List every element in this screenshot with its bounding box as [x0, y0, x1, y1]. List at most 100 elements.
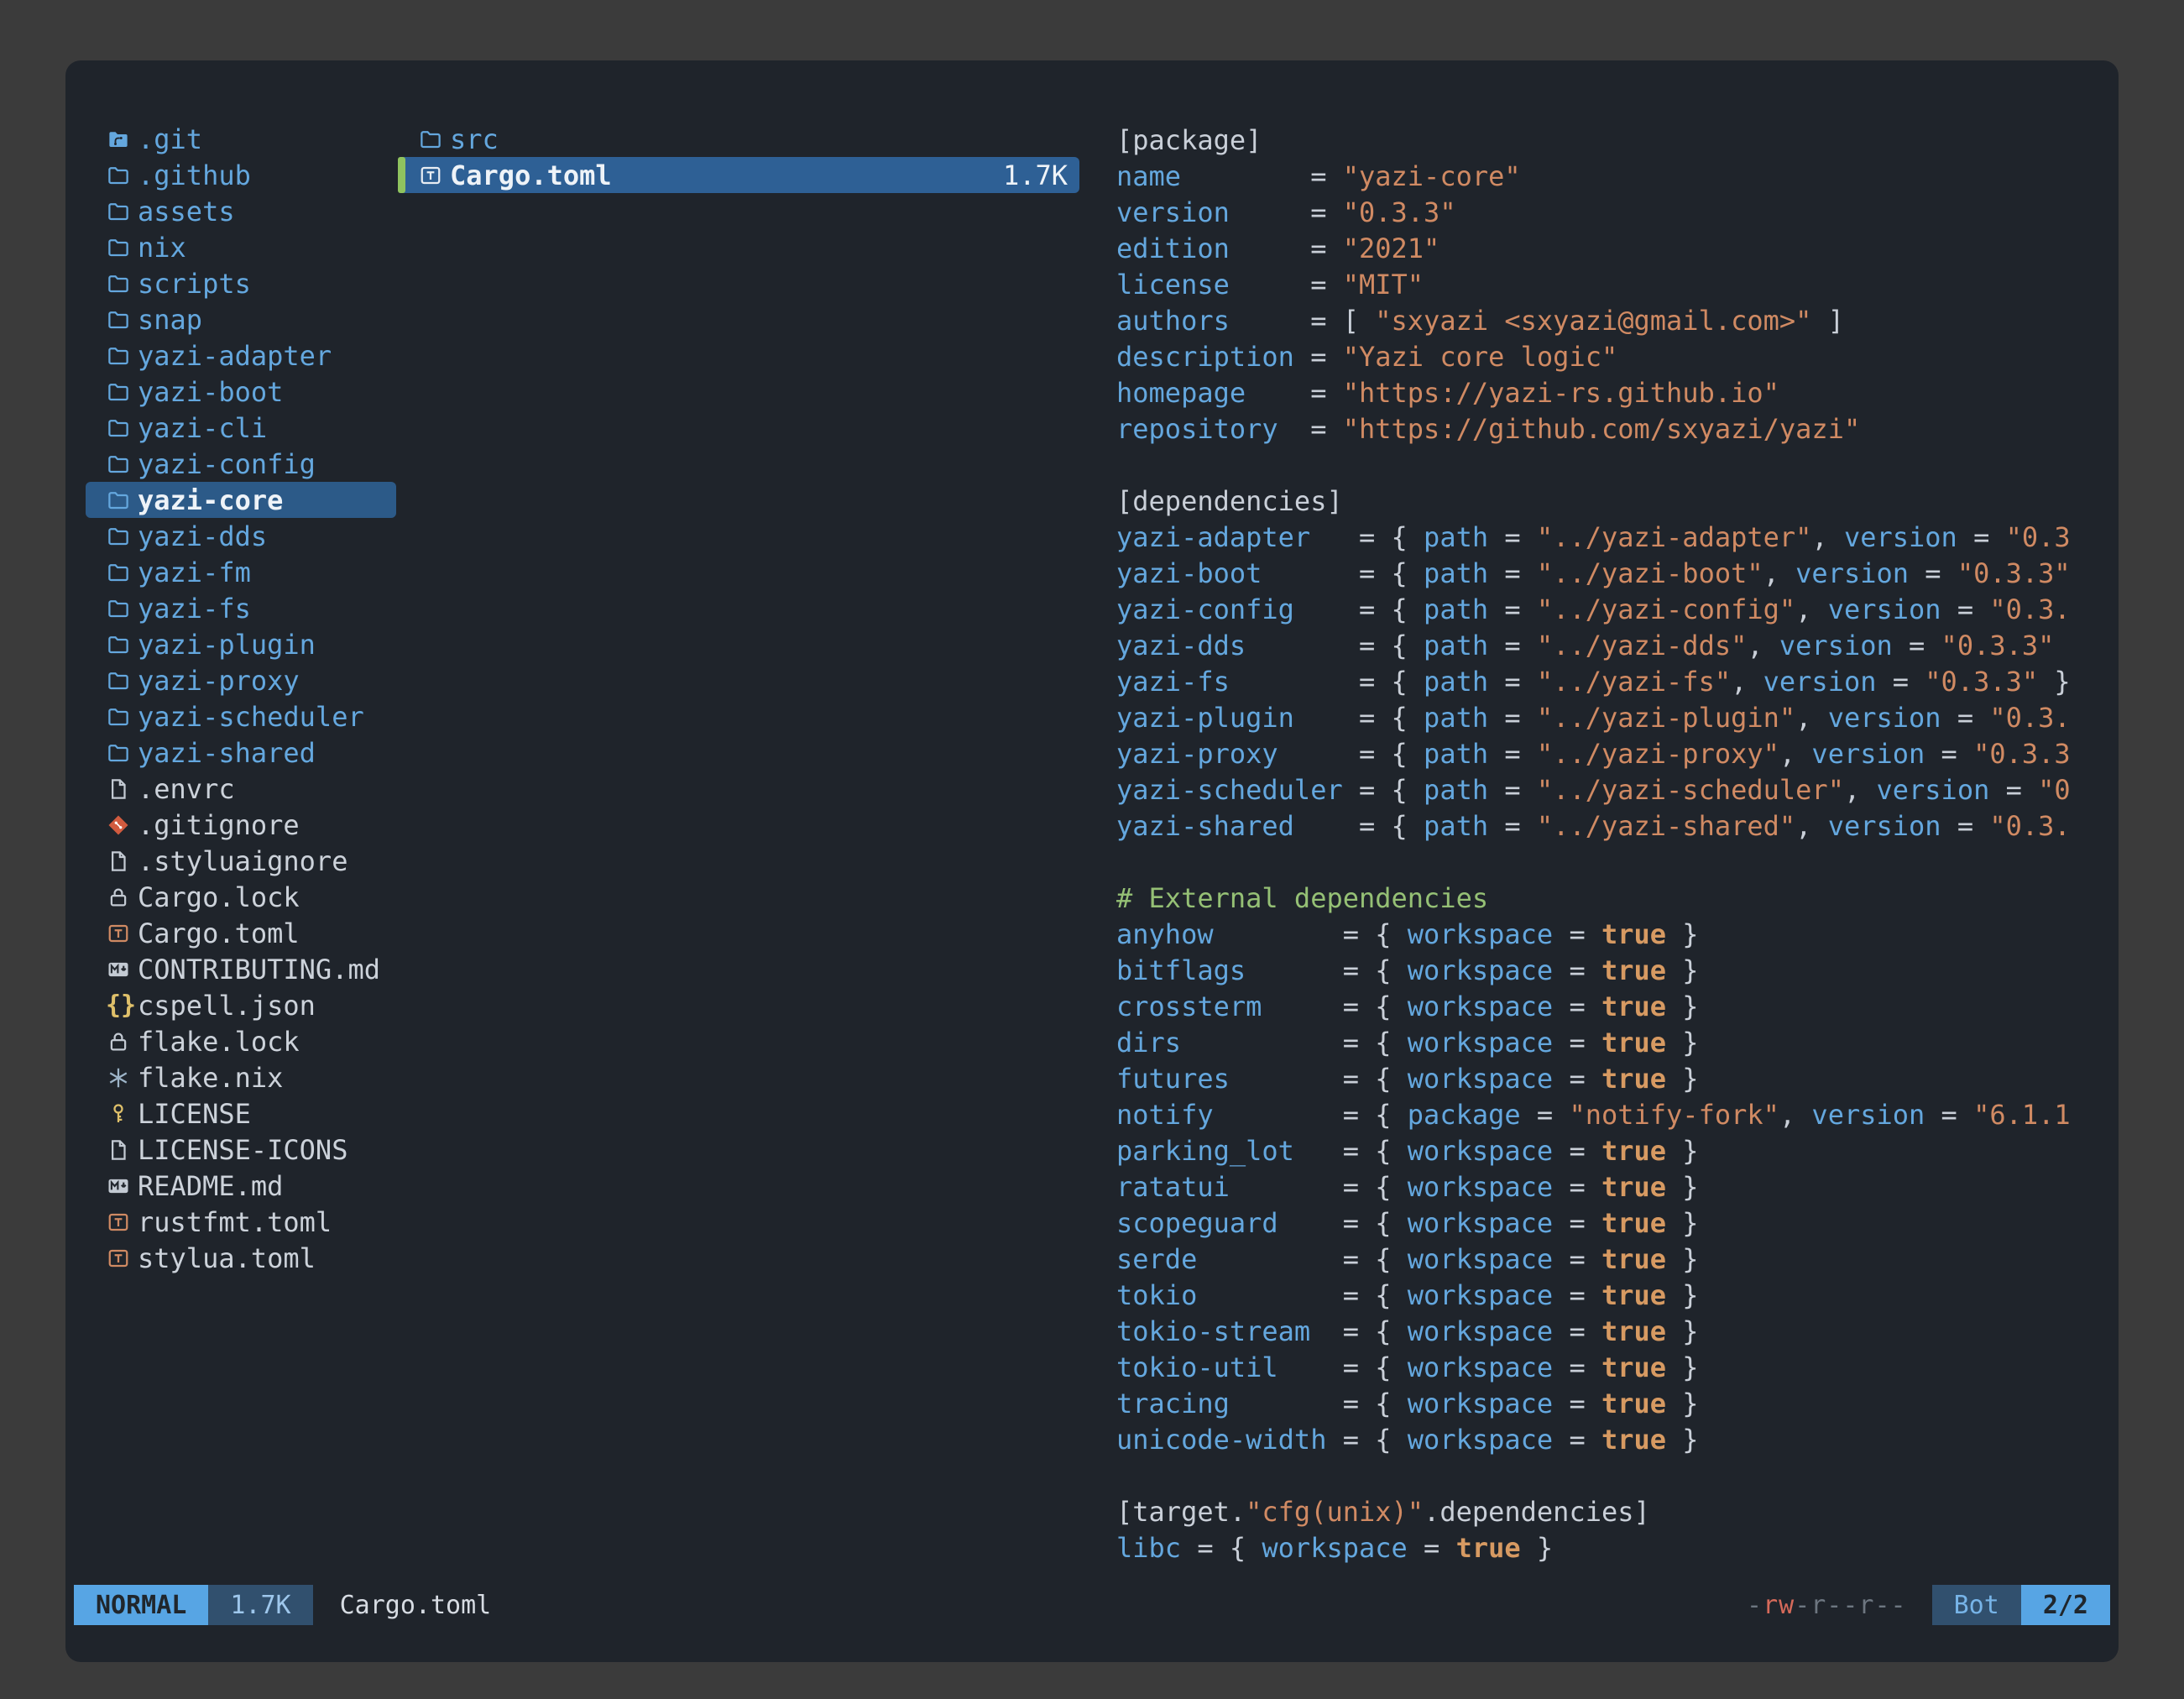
entry-name: .git [138, 123, 202, 155]
preview-line: yazi-adapter = { path = "../yazi-adapter… [1116, 520, 2119, 556]
parent-item-.styluaignore[interactable]: .styluaignore [86, 843, 396, 879]
parent-item-Cargo.lock[interactable]: Cargo.lock [86, 879, 396, 915]
folder-icon [106, 199, 138, 224]
lock-icon [106, 1029, 138, 1054]
entry-name: .envrc [138, 773, 235, 805]
preview-line: repository = "https://github.com/sxyazi/… [1116, 411, 2119, 447]
parent-item-Cargo.toml[interactable]: Cargo.toml [86, 915, 396, 951]
entry-name: snap [138, 304, 202, 336]
entry-name: flake.lock [138, 1026, 300, 1058]
entry-name: yazi-config [138, 448, 316, 480]
preview-line: notify = { package = "notify-fork", vers… [1116, 1097, 2119, 1133]
parent-item-README.md[interactable]: README.md [86, 1168, 396, 1204]
folder-icon [106, 307, 138, 332]
folder-icon [106, 163, 138, 188]
entry-name: yazi-boot [138, 376, 283, 408]
git-folder-icon [106, 127, 138, 152]
preview-line: unicode-width = { workspace = true } [1116, 1422, 2119, 1458]
preview-line: tokio-stream = { workspace = true } [1116, 1314, 2119, 1350]
preview-line: tokio = { workspace = true } [1116, 1278, 2119, 1314]
parent-item-yazi-adapter[interactable]: yazi-adapter [86, 337, 396, 374]
parent-item-nix[interactable]: nix [86, 229, 396, 265]
parent-item-yazi-cli[interactable]: yazi-cli [86, 410, 396, 446]
preview-line [1116, 844, 2119, 881]
parent-item-yazi-proxy[interactable]: yazi-proxy [86, 662, 396, 698]
preview-line: # External dependencies [1116, 881, 2119, 917]
entry-name: rustfmt.toml [138, 1206, 332, 1238]
folder-icon [106, 416, 138, 441]
parent-item-yazi-fm[interactable]: yazi-fm [86, 554, 396, 590]
file-icon [106, 849, 138, 874]
folder-icon [106, 740, 138, 766]
preview-line [1116, 447, 2119, 484]
parent-item-flake.nix[interactable]: flake.nix [86, 1059, 396, 1095]
preview-line: authors = [ "sxyazi <sxyazi@gmail.com>" … [1116, 303, 2119, 339]
parent-item-scripts[interactable]: scripts [86, 265, 396, 301]
file-icon [106, 776, 138, 802]
current-item-Cargo.toml[interactable]: Cargo.toml 1.7K [398, 157, 1079, 193]
toml-icon [418, 163, 450, 188]
entry-name: scripts [138, 268, 251, 300]
parent-item-LICENSE[interactable]: LICENSE [86, 1095, 396, 1132]
parent-item-snap[interactable]: snap [86, 301, 396, 337]
parent-item-CONTRIBUTING.md[interactable]: CONTRIBUTING.md [86, 951, 396, 987]
preview-line: scopeguard = { workspace = true } [1116, 1205, 2119, 1242]
parent-item-.git[interactable]: .git [86, 121, 396, 157]
parent-item-stylua.toml[interactable]: stylua.toml [86, 1240, 396, 1276]
git-diamond-icon [106, 813, 138, 838]
parent-directory-pane: .git.githubassetsnix scripts snap yazi-adap… [86, 121, 396, 1580]
entry-name: Cargo.toml [138, 917, 300, 949]
preview-line: bitflags = { workspace = true } [1116, 953, 2119, 989]
parent-item-flake.lock[interactable]: flake.lock [86, 1023, 396, 1059]
folder-icon [418, 127, 450, 152]
folder-icon [106, 452, 138, 477]
yazi-window: .git.githubassetsnix scripts snap yazi-adap… [65, 60, 2119, 1662]
file-preview-pane[interactable]: [package]name = "yazi-core"version = "0.… [1116, 121, 2119, 1580]
preview-line: yazi-config = { path = "../yazi-config",… [1116, 592, 2119, 628]
parent-item-.envrc[interactable]: .envrc [86, 771, 396, 807]
parent-item-yazi-config[interactable]: yazi-config [86, 446, 396, 482]
parent-item-yazi-shared[interactable]: yazi-shared [86, 734, 396, 771]
parent-item-assets[interactable]: assets [86, 193, 396, 229]
parent-item-cspell.json[interactable]: {}cspell.json [86, 987, 396, 1023]
preview-line: futures = { workspace = true } [1116, 1061, 2119, 1097]
preview-line: yazi-plugin = { path = "../yazi-plugin",… [1116, 700, 2119, 736]
parent-item-yazi-boot[interactable]: yazi-boot [86, 374, 396, 410]
preview-line: version = "0.3.3" [1116, 195, 2119, 231]
parent-item-yazi-plugin[interactable]: yazi-plugin [86, 626, 396, 662]
entry-name: yazi-shared [138, 737, 316, 769]
entry-name: Cargo.toml [450, 159, 612, 191]
preview-line: yazi-dds = { path = "../yazi-dds", versi… [1116, 628, 2119, 664]
entry-name: yazi-fm [138, 557, 251, 588]
parent-item-.github[interactable]: .github [86, 157, 396, 193]
parent-item-yazi-core[interactable]: yazi-core [86, 482, 396, 518]
entry-name: .styluaignore [138, 845, 347, 877]
entry-name: yazi-plugin [138, 629, 316, 661]
preview-line: description = "Yazi core logic" [1116, 339, 2119, 375]
entry-name: LICENSE [138, 1098, 251, 1130]
entry-name: yazi-scheduler [138, 701, 364, 733]
toml-icon [106, 1246, 138, 1271]
preview-line: yazi-scheduler = { path = "../yazi-sched… [1116, 772, 2119, 808]
parent-item-yazi-fs[interactable]: yazi-fs [86, 590, 396, 626]
entry-size: 1.7K [1003, 159, 1068, 191]
parent-item-.gitignore[interactable]: .gitignore [86, 807, 396, 843]
entry-name: nix [138, 232, 186, 264]
parent-item-yazi-scheduler[interactable]: yazi-scheduler [86, 698, 396, 734]
parent-item-LICENSE-ICONS[interactable]: LICENSE-ICONS [86, 1132, 396, 1168]
entry-name: CONTRIBUTING.md [138, 954, 380, 985]
current-item-src[interactable]: src [398, 121, 1079, 157]
preview-line [1116, 1458, 2119, 1494]
parent-item-rustfmt.toml[interactable]: rustfmt.toml [86, 1204, 396, 1240]
entry-name: yazi-fs [138, 593, 251, 625]
file-permissions: -rw-r--r-- [1747, 1585, 1907, 1625]
preview-line: ratatui = { workspace = true } [1116, 1169, 2119, 1205]
parent-item-yazi-dds[interactable]: yazi-dds [86, 518, 396, 554]
json-braces-icon: {} [106, 993, 138, 1018]
folder-icon [106, 668, 138, 693]
preview-line: anyhow = { workspace = true } [1116, 917, 2119, 953]
folder-icon [106, 343, 138, 369]
entry-name: src [450, 123, 499, 155]
entry-name: yazi-adapter [138, 340, 332, 372]
entry-name: yazi-dds [138, 520, 267, 552]
